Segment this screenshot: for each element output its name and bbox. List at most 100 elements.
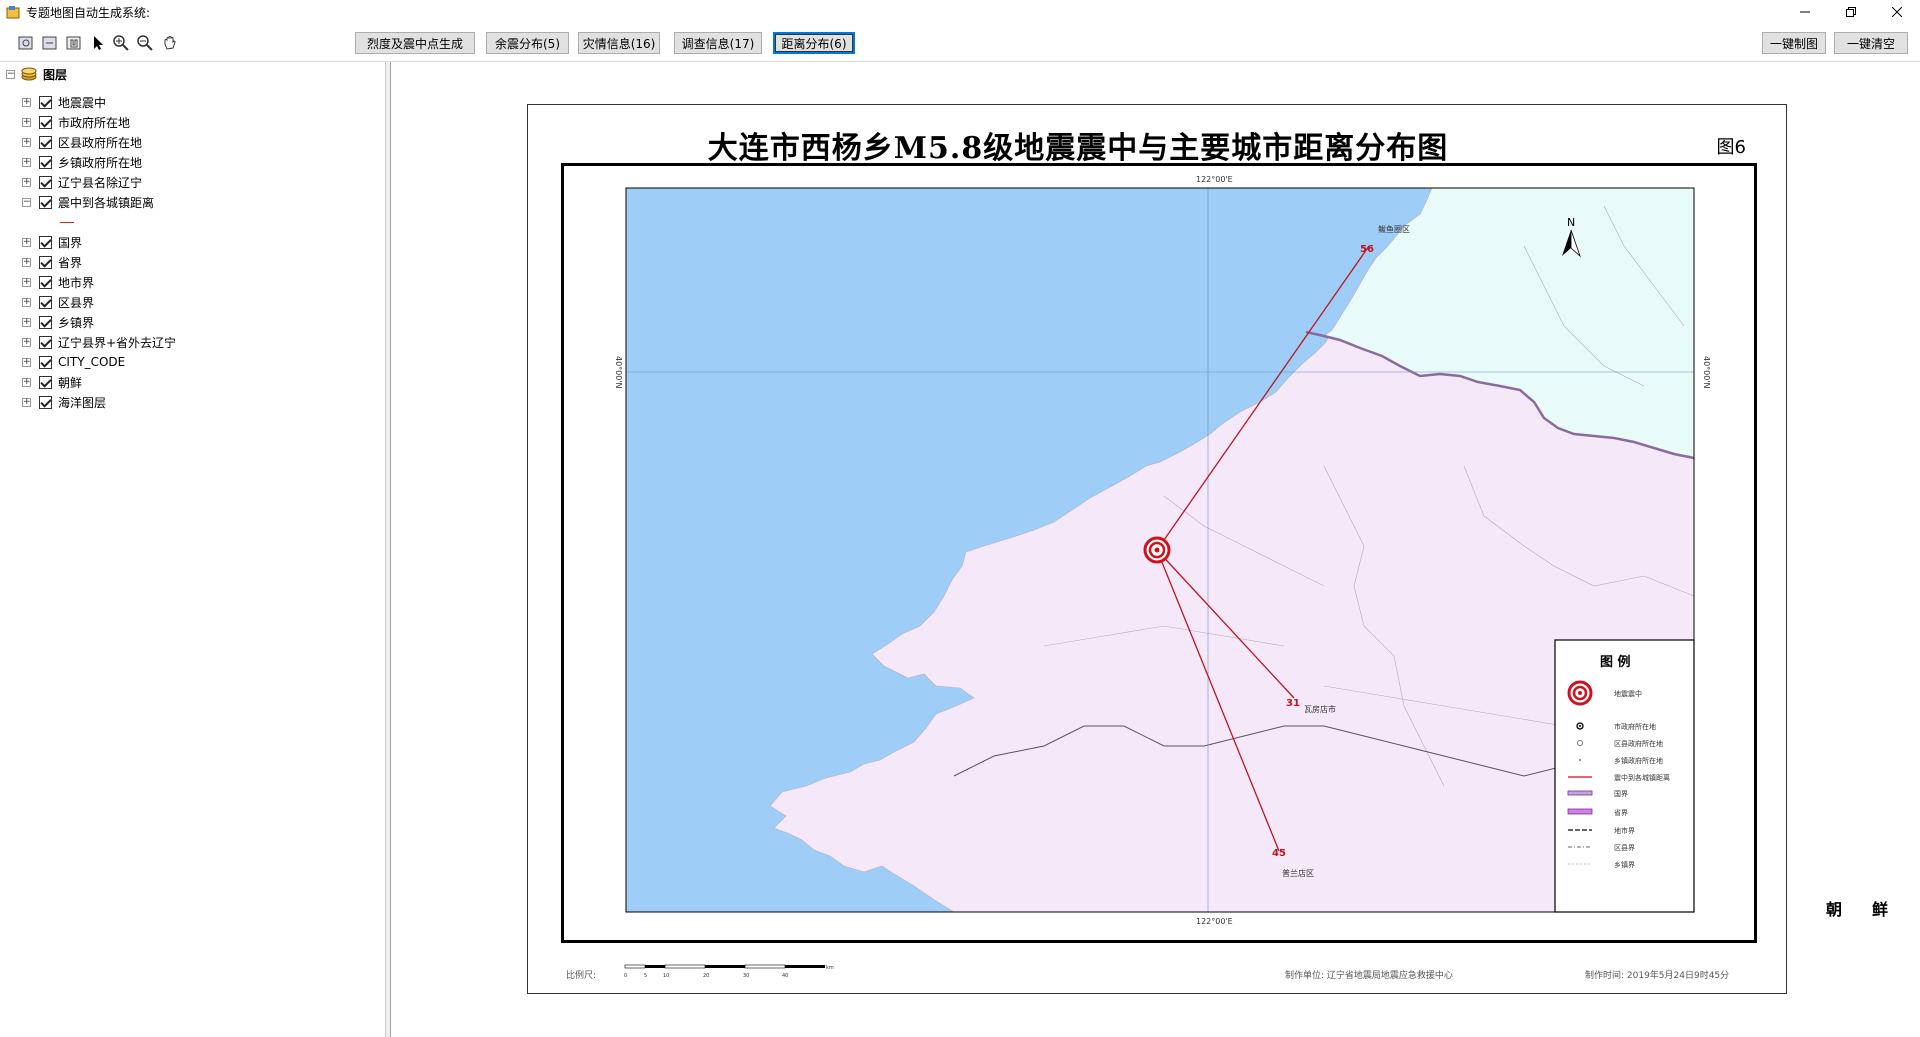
layer-label: 乡镇政府所在地: [58, 155, 143, 170]
layer-label: 辽宁县名除辽宁: [58, 175, 143, 190]
layer-item[interactable]: + 省界: [22, 252, 82, 272]
layer-visibility-checkbox[interactable]: [39, 155, 52, 169]
expand-icon[interactable]: +: [22, 337, 31, 347]
layer-item[interactable]: + 地市界: [22, 272, 94, 292]
expand-icon[interactable]: +: [22, 257, 31, 267]
expand-icon[interactable]: +: [22, 277, 31, 287]
layer-label: 区县界: [58, 295, 95, 310]
close-button[interactable]: [1874, 0, 1920, 24]
select-pointer-button[interactable]: [88, 33, 108, 53]
make-map-button[interactable]: 一键制图: [1762, 32, 1826, 54]
layer-item[interactable]: + 辽宁县界+省外去辽宁: [22, 332, 176, 352]
layer-item[interactable]: + 朝鲜: [22, 372, 82, 392]
zoom-in-button[interactable]: [111, 33, 131, 53]
expand-icon[interactable]: +: [22, 397, 31, 407]
layer-visibility-checkbox[interactable]: [39, 115, 52, 129]
layer-label: 辽宁县界+省外去辽宁: [58, 335, 177, 350]
layer-visibility-checkbox[interactable]: [39, 355, 52, 369]
clear-button[interactable]: 一键清空: [1834, 32, 1908, 54]
layer-visibility-checkbox[interactable]: [39, 195, 52, 209]
layer-visibility-checkbox[interactable]: [39, 375, 52, 389]
layer-item[interactable]: + 乡镇政府所在地: [22, 152, 142, 172]
layer-label: 省界: [58, 255, 83, 270]
legend-town-icon: [1579, 759, 1581, 761]
aftershock-button[interactable]: 余震分布(5): [486, 32, 569, 54]
legend-province-border: [1567, 808, 1593, 815]
disaster-info-button[interactable]: 灾情信息(16): [578, 32, 660, 54]
layer-item[interactable]: + CITY_CODE: [22, 352, 125, 372]
layer-item[interactable]: + 区县政府所在地: [22, 132, 142, 152]
korea-label: 朝鲜: [1826, 900, 1919, 919]
expand-icon[interactable]: +: [22, 377, 31, 387]
distance-button[interactable]: 距离分布(6): [773, 32, 855, 54]
layer-item[interactable]: + 辽宁县名除辽宁: [22, 172, 142, 192]
layer-label: 国界: [58, 235, 83, 250]
scale-bar: 0 5 10 20 30 40 km: [624, 964, 834, 979]
scale-tick-2: 10: [663, 973, 669, 979]
layer-visibility-checkbox[interactable]: [39, 135, 52, 149]
layer-visibility-checkbox[interactable]: [39, 95, 52, 109]
coord-top: 122°00'E: [1196, 175, 1233, 184]
layer-item[interactable]: + 地震震中: [22, 92, 106, 112]
map-frame: 122°00'E 122°00'E 40°00'N 40°00'N 56 31 …: [561, 163, 1757, 943]
layer-visibility-checkbox[interactable]: [39, 395, 52, 409]
expand-icon[interactable]: +: [22, 97, 31, 107]
layer-item[interactable]: − 震中到各城镇距离: [22, 192, 154, 212]
pan-map-icon: [66, 36, 81, 50]
tree-root-label: 图层: [43, 67, 68, 82]
figure-number: 图6: [1716, 137, 1746, 158]
expand-icon[interactable]: +: [22, 317, 31, 327]
expand-icon[interactable]: +: [22, 137, 31, 147]
distance-label-bayuquan: 56: [1360, 244, 1374, 255]
collapse-icon[interactable]: −: [6, 69, 15, 79]
scale-label: 比例尺:: [566, 971, 597, 981]
layer-item[interactable]: + 区县界: [22, 292, 94, 312]
epicenter-icon: [1143, 536, 1171, 564]
map-layout-page: 大连市西杨乡M5.8级地震震中与主要城市距离分布图 图6 122°00'E 12…: [527, 104, 1787, 994]
layer-item[interactable]: + 国界: [22, 232, 82, 252]
legend-item-2: 区县政府所在地: [1614, 739, 1663, 748]
layer-label: CITY_CODE: [58, 355, 126, 369]
expand-icon[interactable]: +: [22, 157, 31, 167]
hand-pan-button[interactable]: [160, 33, 180, 53]
legend-item-1: 市政府所在地: [1614, 722, 1656, 731]
pan-map-button[interactable]: [64, 33, 84, 53]
survey-info-button[interactable]: 调查信息(17): [674, 32, 762, 54]
legend-item-5: 国界: [1614, 790, 1628, 798]
scale-tick-3: 20: [703, 973, 709, 979]
minimize-button[interactable]: [1782, 0, 1828, 24]
layer-visibility-checkbox[interactable]: [39, 315, 52, 329]
layer-item[interactable]: + 市政府所在地: [22, 112, 130, 132]
expand-icon[interactable]: +: [22, 297, 31, 307]
distance-label-wafangdian: 31: [1286, 698, 1300, 709]
fixed-zoom-icon: [42, 36, 57, 50]
tree-root[interactable]: − 图层: [6, 64, 67, 84]
layer-visibility-checkbox[interactable]: [39, 255, 52, 269]
layer-visibility-checkbox[interactable]: [39, 175, 52, 189]
intensity-button[interactable]: 烈度及震中点生成: [355, 32, 475, 54]
legend-item-8: 区县界: [1614, 844, 1635, 852]
select-pointer-icon: [94, 36, 103, 50]
panel-splitter[interactable]: [386, 62, 391, 1037]
expand-icon[interactable]: +: [22, 237, 31, 247]
fixed-zoom-button[interactable]: [40, 33, 60, 53]
layer-visibility-checkbox[interactable]: [39, 295, 52, 309]
zoom-out-button[interactable]: [135, 33, 155, 53]
map-title: 大连市西杨乡M5.8级地震震中与主要城市距离分布图: [707, 131, 1449, 166]
coord-left: 40°00'N: [614, 356, 623, 389]
layer-label: 地震震中: [58, 95, 107, 110]
expand-icon[interactable]: +: [22, 177, 31, 187]
layer-item[interactable]: + 海洋图层: [22, 392, 106, 412]
full-extent-button[interactable]: [16, 33, 36, 53]
expand-icon[interactable]: +: [22, 117, 31, 127]
symbol-line: [60, 221, 74, 223]
restore-button[interactable]: [1828, 0, 1874, 24]
expand-icon[interactable]: +: [22, 357, 31, 367]
layer-item[interactable]: + 乡镇界: [22, 312, 94, 332]
scale-tick-1: 5: [644, 973, 647, 979]
layer-visibility-checkbox[interactable]: [39, 275, 52, 289]
layer-visibility-checkbox[interactable]: [39, 235, 52, 249]
collapse-icon[interactable]: −: [22, 197, 31, 207]
layer-label: 朝鲜: [58, 375, 83, 390]
layer-visibility-checkbox[interactable]: [39, 335, 52, 349]
